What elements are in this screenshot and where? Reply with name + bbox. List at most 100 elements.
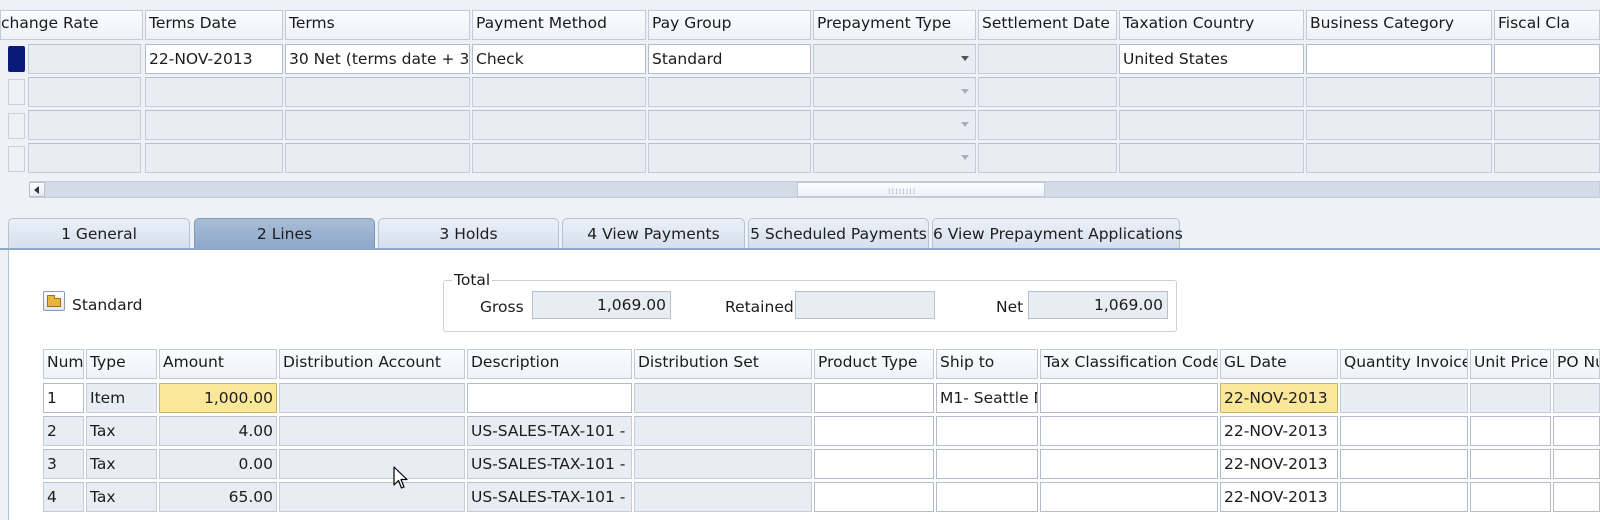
tax-classification-code-field[interactable]	[1040, 383, 1218, 413]
grid-cell[interactable]	[28, 77, 141, 107]
product-type-field[interactable]	[814, 482, 934, 512]
description-field[interactable]: US-SALES-TAX-101 -	[467, 416, 632, 446]
quantity-invoiced-field[interactable]	[1340, 383, 1468, 413]
taxation-country-field[interactable]: United States	[1119, 44, 1304, 74]
grid-cell[interactable]	[285, 77, 470, 107]
unit-price-field[interactable]	[1470, 383, 1551, 413]
tax-classification-code-field[interactable]	[1040, 449, 1218, 479]
gl-date-field[interactable]: 22-NOV-2013	[1220, 416, 1338, 446]
line-amount-field[interactable]: 4.00	[159, 416, 277, 446]
gl-date-field[interactable]: 22-NOV-2013	[1220, 383, 1338, 413]
product-type-field[interactable]	[814, 416, 934, 446]
unit-price-field[interactable]	[1470, 449, 1551, 479]
po-number-field[interactable]	[1553, 383, 1600, 413]
distribution-set-field[interactable]	[634, 482, 812, 512]
grid-cell[interactable]	[145, 110, 283, 140]
unit-price-field[interactable]	[1470, 416, 1551, 446]
line-type-field[interactable]: Tax	[86, 416, 157, 446]
grid-cell[interactable]	[145, 143, 283, 173]
grid-cell[interactable]	[1119, 110, 1304, 140]
terms-field[interactable]: 30 Net (terms date + 30)	[285, 44, 470, 74]
grid-cell[interactable]	[285, 143, 470, 173]
chevron-down-icon[interactable]	[961, 155, 969, 160]
retained-total-field[interactable]	[795, 291, 935, 319]
tax-classification-code-field[interactable]	[1040, 482, 1218, 512]
horizontal-scrollbar[interactable]: ⁞⁞⁞⁞⁞⁞⁞⁞	[29, 181, 1600, 198]
exchange-rate-field[interactable]	[28, 44, 141, 74]
net-total-field[interactable]: 1,069.00	[1028, 291, 1168, 319]
scroll-left-icon[interactable]	[29, 182, 45, 197]
gl-date-field[interactable]: 22-NOV-2013	[1220, 482, 1338, 512]
grid-cell[interactable]	[1306, 110, 1492, 140]
tax-classification-code-field[interactable]	[1040, 416, 1218, 446]
grid-cell[interactable]	[978, 110, 1117, 140]
description-field[interactable]: US-SALES-TAX-101 -	[467, 482, 632, 512]
distribution-account-field[interactable]	[279, 416, 465, 446]
line-type-field[interactable]: Tax	[86, 449, 157, 479]
distribution-set-field[interactable]	[634, 416, 812, 446]
current-record-indicator[interactable]	[8, 46, 25, 72]
chevron-down-icon[interactable]	[961, 56, 969, 61]
grid-cell[interactable]	[1306, 77, 1492, 107]
payment-method-field[interactable]: Check	[472, 44, 646, 74]
ship-to-field[interactable]	[936, 416, 1038, 446]
settlement-date-field[interactable]	[978, 44, 1117, 74]
line-num-field[interactable]: 1	[43, 383, 84, 413]
quantity-invoiced-field[interactable]	[1340, 449, 1468, 479]
tab-view-prepayment-applications[interactable]: 6 View Prepayment Applications	[932, 218, 1183, 248]
scrollbar-thumb[interactable]: ⁞⁞⁞⁞⁞⁞⁞⁞	[797, 182, 1045, 197]
ship-to-field[interactable]	[936, 482, 1038, 512]
distribution-set-field[interactable]	[634, 383, 812, 413]
line-type-field[interactable]: Item	[86, 383, 157, 413]
line-amount-field[interactable]: 0.00	[159, 449, 277, 479]
prepayment-type-select[interactable]	[813, 44, 976, 74]
terms-date-field[interactable]: 22-NOV-2013	[145, 44, 283, 74]
distribution-account-field[interactable]	[279, 383, 465, 413]
po-number-field[interactable]	[1553, 482, 1600, 512]
grid-cell[interactable]	[648, 110, 811, 140]
grid-cell[interactable]	[472, 110, 646, 140]
description-field[interactable]: US-SALES-TAX-101 -	[467, 449, 632, 479]
po-number-field[interactable]	[1553, 416, 1600, 446]
gl-date-field[interactable]: 22-NOV-2013	[1220, 449, 1338, 479]
pay-group-field[interactable]: Standard	[648, 44, 811, 74]
quantity-invoiced-field[interactable]	[1340, 482, 1468, 512]
chevron-down-icon[interactable]	[961, 122, 969, 127]
grid-cell[interactable]	[648, 143, 811, 173]
line-num-field[interactable]: 2	[43, 416, 84, 446]
product-type-field[interactable]	[814, 383, 934, 413]
line-num-field[interactable]: 3	[43, 449, 84, 479]
chevron-down-icon[interactable]	[961, 89, 969, 94]
tab-general[interactable]: 1 General	[8, 218, 190, 248]
tab-scheduled-payments[interactable]: 5 Scheduled Payments	[748, 218, 929, 248]
unit-price-field[interactable]	[1470, 482, 1551, 512]
po-number-field[interactable]	[1553, 449, 1600, 479]
line-amount-field[interactable]: 65.00	[159, 482, 277, 512]
grid-cell[interactable]	[648, 77, 811, 107]
grid-cell[interactable]	[1494, 143, 1600, 173]
grid-cell[interactable]	[1494, 77, 1600, 107]
prepayment-type-select[interactable]	[813, 110, 976, 140]
line-type-field[interactable]: Tax	[86, 482, 157, 512]
business-category-field[interactable]	[1306, 44, 1492, 74]
record-selector-4[interactable]	[8, 146, 25, 172]
grid-cell[interactable]	[1119, 143, 1304, 173]
grid-cell[interactable]	[1494, 110, 1600, 140]
distribution-account-field[interactable]	[279, 482, 465, 512]
grid-cell[interactable]	[472, 143, 646, 173]
line-num-field[interactable]: 4	[43, 482, 84, 512]
grid-cell[interactable]	[145, 77, 283, 107]
ship-to-field[interactable]: M1- Seattle M	[936, 383, 1038, 413]
grid-cell[interactable]	[1119, 77, 1304, 107]
grid-cell[interactable]	[285, 110, 470, 140]
quantity-invoiced-field[interactable]	[1340, 416, 1468, 446]
grid-cell[interactable]	[472, 77, 646, 107]
distribution-account-field[interactable]	[279, 449, 465, 479]
gross-total-field[interactable]: 1,069.00	[532, 291, 671, 319]
distribution-set-field[interactable]	[634, 449, 812, 479]
prepayment-type-select[interactable]	[813, 143, 976, 173]
description-field[interactable]	[467, 383, 632, 413]
fiscal-classification-field[interactable]	[1494, 44, 1600, 74]
grid-cell[interactable]	[28, 110, 141, 140]
ship-to-field[interactable]	[936, 449, 1038, 479]
